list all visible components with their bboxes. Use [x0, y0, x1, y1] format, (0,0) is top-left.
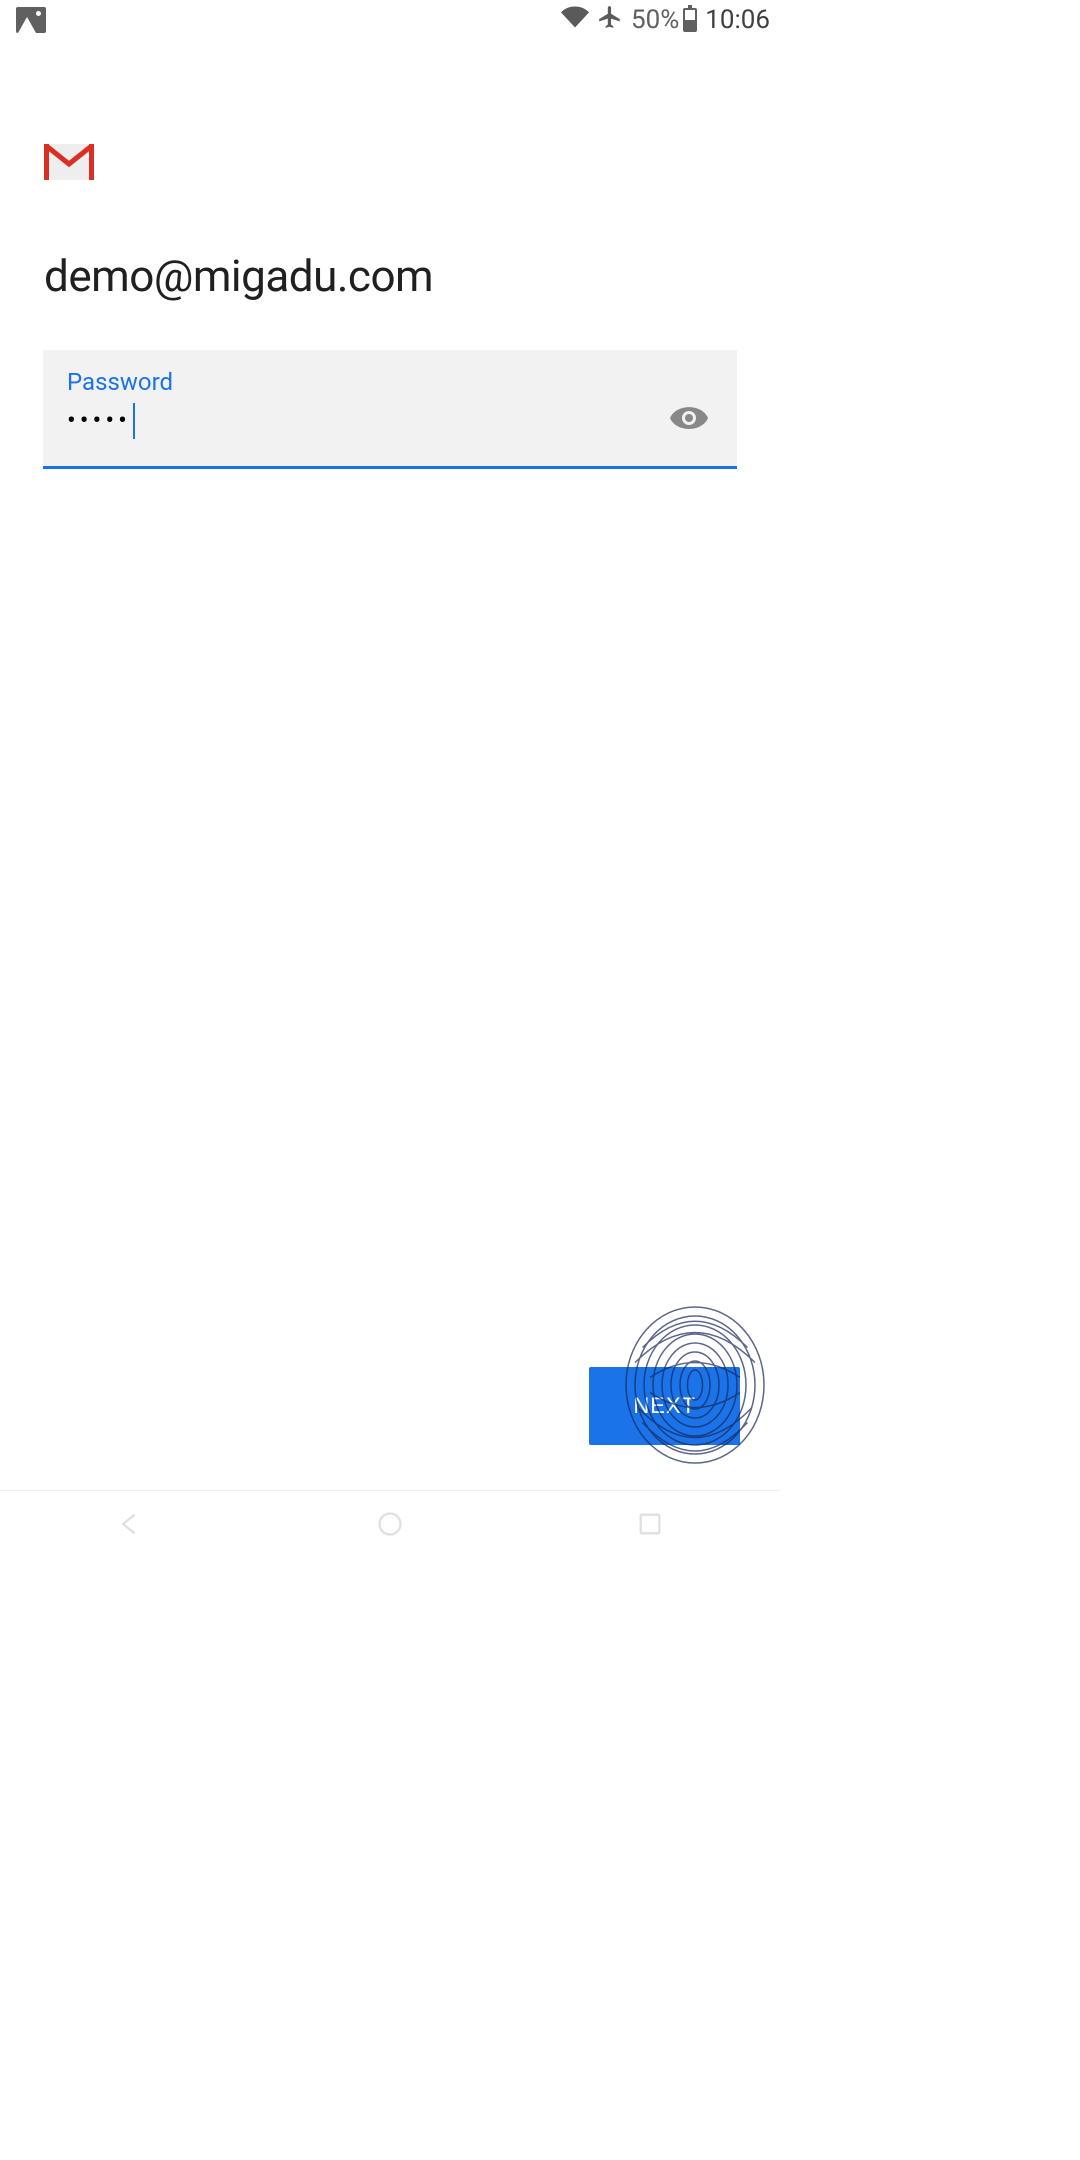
battery-status: 50% — [631, 5, 697, 35]
battery-icon — [683, 8, 697, 32]
wifi-icon — [561, 3, 589, 38]
gmail-logo-icon — [44, 144, 94, 180]
account-email-heading: demo@migadu.com — [44, 250, 736, 302]
airplane-mode-icon — [597, 4, 623, 37]
recents-button[interactable] — [636, 1510, 664, 1542]
back-button[interactable] — [116, 1510, 144, 1542]
next-button[interactable]: NEXT — [589, 1367, 740, 1445]
clock-text: 10:06 — [705, 5, 770, 35]
android-status-bar: 50% 10:06 — [0, 0, 780, 40]
password-field-label: Password — [67, 368, 669, 396]
toggle-password-visibility-icon[interactable] — [669, 404, 709, 436]
password-masked-value: ••••• — [67, 406, 131, 436]
home-button[interactable] — [376, 1510, 404, 1542]
android-nav-bar — [0, 1490, 780, 1560]
password-input[interactable]: Password ••••• — [43, 350, 737, 469]
battery-percent-text: 50% — [631, 5, 679, 35]
text-cursor — [133, 403, 135, 439]
screenshot-notification-icon — [16, 7, 46, 33]
